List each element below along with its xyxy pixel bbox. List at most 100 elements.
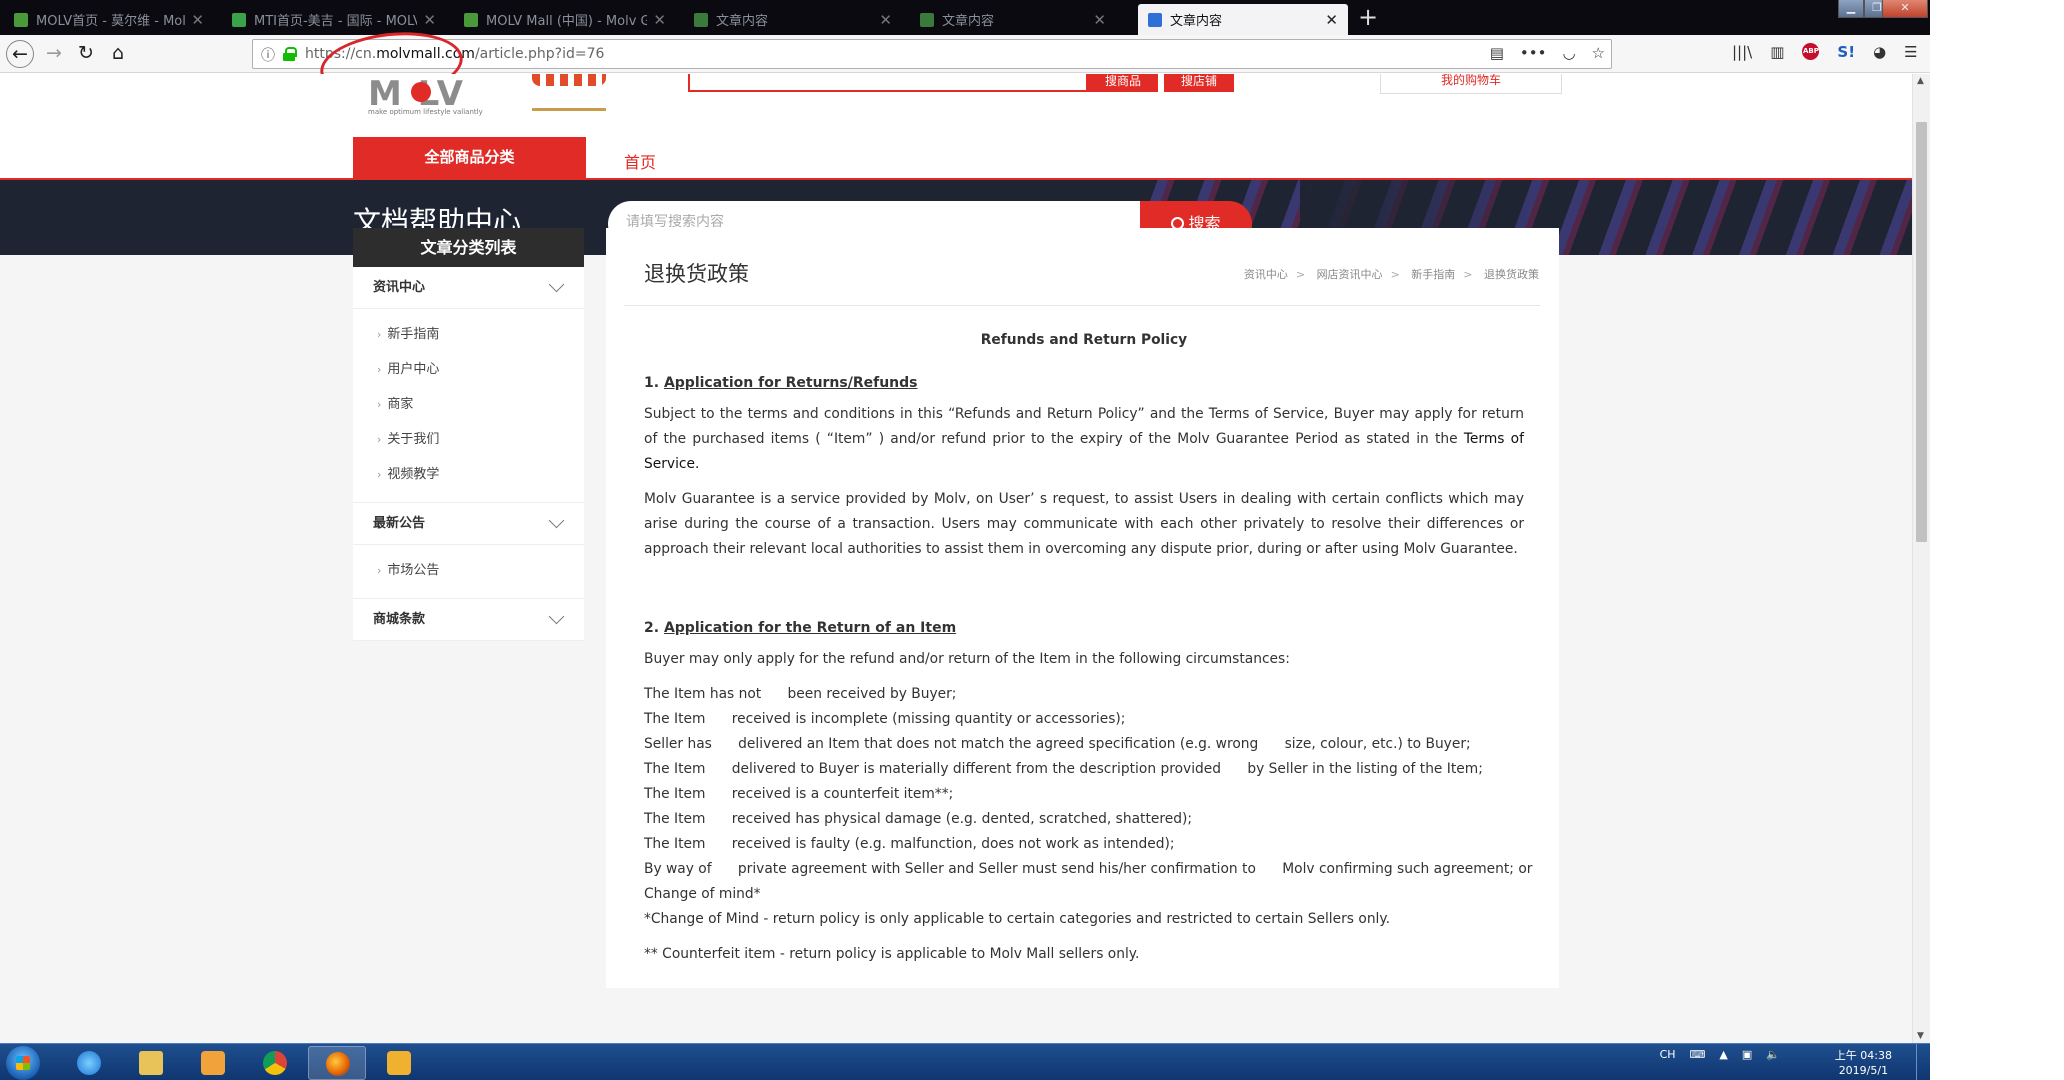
- chevron-down-icon: [548, 512, 565, 529]
- app-icon: [387, 1051, 411, 1075]
- taskbar-chrome[interactable]: [246, 1046, 304, 1080]
- article-title: Refunds and Return Policy: [980, 332, 1188, 348]
- site-favicon-icon: [920, 12, 934, 27]
- list-item: The Item received is a counterfeit item*…: [644, 786, 954, 802]
- browser-tab[interactable]: MOLV Mall (中国) - Molv G... ✕: [454, 4, 676, 35]
- reader-view-icon[interactable]: ▤: [1490, 44, 1504, 62]
- lock-icon: [283, 47, 297, 61]
- close-window-button[interactable]: ✕: [1882, 0, 1928, 18]
- browser-nav-bar: ← → ↻ ⌂ ⓘ https://cn.molvmall.com/articl…: [0, 35, 1930, 73]
- chevron-down-icon: [548, 608, 565, 625]
- site-logo[interactable]: M LV make optimum lifestyle valiantly: [368, 74, 483, 120]
- chrome-icon: [263, 1051, 287, 1075]
- shop-awning-icon: [532, 74, 606, 111]
- all-categories-button[interactable]: 全部商品分类: [353, 137, 586, 178]
- scroll-down-icon[interactable]: ▼: [1917, 1031, 1924, 1041]
- system-tray: CH ⌨ ▲ ▣ 🔈: [1660, 1048, 1780, 1061]
- browser-tab-bar: MOLV首页 - 莫尔维 - Molv ✕ MTI首页-美吉 - 国际 - MO…: [0, 0, 2064, 35]
- address-bar[interactable]: ⓘ https://cn.molvmall.com/article.php?id…: [252, 39, 1612, 69]
- close-tab-icon[interactable]: ✕: [653, 11, 666, 29]
- breadcrumb-item[interactable]: 资讯中心: [1244, 268, 1288, 281]
- sidebar-item[interactable]: › 市场公告: [353, 553, 584, 588]
- browser-tab[interactable]: MOLV首页 - 莫尔维 - Molv ✕: [4, 4, 214, 35]
- network-icon[interactable]: ▣: [1742, 1048, 1752, 1061]
- browser-tab-active[interactable]: 文章内容 ✕: [1138, 4, 1348, 35]
- show-desktop-button[interactable]: [1916, 1044, 1930, 1080]
- sidebar-item[interactable]: › 商家: [353, 387, 584, 422]
- pocket-icon[interactable]: ◡: [1562, 44, 1575, 62]
- list-item: *Change of Mind - return policy is only …: [644, 911, 1390, 927]
- list-item: The Item has not been received by Buyer;: [644, 686, 957, 702]
- sidebar-group-announcements[interactable]: 最新公告: [353, 503, 584, 545]
- list-item: Change of mind*: [644, 886, 761, 902]
- breadcrumb-item[interactable]: 新手指南: [1411, 268, 1455, 281]
- article-body: Refunds and Return Policy 1. Application…: [644, 328, 1532, 977]
- home-icon[interactable]: ⌂: [104, 40, 132, 68]
- sidebar-item[interactable]: › 用户中心: [353, 352, 584, 387]
- ie-icon: [77, 1051, 101, 1075]
- taskbar-app[interactable]: [370, 1046, 428, 1080]
- taskbar-media[interactable]: [184, 1046, 242, 1080]
- url-text[interactable]: https://cn.molvmall.com/article.php?id=7…: [305, 46, 604, 62]
- close-tab-icon[interactable]: ✕: [1093, 11, 1106, 29]
- back-arrow-icon[interactable]: ←: [6, 40, 34, 68]
- extension-s-icon[interactable]: S!: [1837, 43, 1855, 61]
- browser-tab[interactable]: 文章内容 ✕: [910, 4, 1116, 35]
- start-button[interactable]: [6, 1046, 40, 1080]
- taskbar-ie[interactable]: [60, 1046, 118, 1080]
- sidebar-item[interactable]: › 新手指南: [353, 317, 584, 352]
- cart-button[interactable]: 我的购物车: [1380, 74, 1562, 94]
- close-tab-icon[interactable]: ✕: [191, 11, 204, 29]
- taskbar-explorer[interactable]: [122, 1046, 180, 1080]
- site-info-icon[interactable]: ⓘ: [261, 45, 275, 65]
- extension-icon[interactable]: ◕: [1873, 43, 1886, 61]
- system-clock[interactable]: 上午 04:38 2019/5/1: [1835, 1048, 1892, 1078]
- list-item: The Item delivered to Buyer is materiall…: [644, 761, 1483, 777]
- sidebar-group-mall-terms[interactable]: 商城条款: [353, 599, 584, 641]
- sidebar-icon[interactable]: ▥: [1770, 43, 1784, 61]
- volume-icon[interactable]: 🔈: [1766, 1048, 1780, 1061]
- taskbar-firefox[interactable]: [308, 1046, 366, 1080]
- list-item: Seller has delivered an Item that does n…: [644, 736, 1471, 752]
- circumstance-list: The Item has not been received by Buyer;…: [644, 682, 1532, 932]
- browser-tab[interactable]: MTI首页-美吉 - 国际 - MOLV ✕: [222, 4, 446, 35]
- forward-arrow-icon[interactable]: →: [40, 40, 68, 68]
- minimize-window-button[interactable]: ▁: [1838, 0, 1864, 18]
- sidebar-item[interactable]: › 关于我们: [353, 422, 584, 457]
- breadcrumb-item[interactable]: 网店资讯中心: [1317, 268, 1383, 281]
- keyboard-icon[interactable]: ⌨: [1690, 1048, 1706, 1061]
- tray-expand-icon[interactable]: ▲: [1719, 1048, 1727, 1061]
- breadcrumb-item[interactable]: 退换货政策: [1484, 268, 1539, 281]
- site-favicon-icon: [232, 12, 246, 27]
- nav-home-link[interactable]: 首页: [624, 149, 656, 173]
- sidebar-group-info-center[interactable]: 资讯中心: [353, 267, 584, 309]
- browser-tab[interactable]: 文章内容 ✕: [684, 4, 902, 35]
- close-tab-icon[interactable]: ✕: [879, 11, 892, 29]
- sidebar-item[interactable]: › 视频教学: [353, 457, 584, 492]
- chevron-right-icon: ›: [377, 363, 382, 376]
- adblock-icon[interactable]: ABP: [1802, 43, 1820, 60]
- more-actions-icon[interactable]: •••: [1520, 44, 1547, 62]
- paragraph: Subject to the terms and conditions in t…: [644, 406, 1524, 472]
- list-item: The Item received is incomplete (missing…: [644, 711, 1126, 727]
- scroll-up-icon[interactable]: ▲: [1917, 76, 1924, 86]
- library-icon[interactable]: |||\: [1732, 43, 1752, 61]
- search-shop-button[interactable]: 搜店铺: [1164, 74, 1234, 92]
- site-favicon-icon: [694, 12, 708, 27]
- scrollbar-thumb[interactable]: [1916, 122, 1927, 542]
- chevron-right-icon: ›: [377, 564, 382, 577]
- close-tab-icon[interactable]: ✕: [423, 11, 436, 29]
- title-divider: [624, 305, 1540, 306]
- hamburger-menu-icon[interactable]: ☰: [1904, 43, 1917, 61]
- new-tab-button[interactable]: +: [1354, 4, 1382, 32]
- top-search-box[interactable]: [688, 74, 1088, 92]
- input-language[interactable]: CH: [1660, 1048, 1676, 1061]
- bookmark-star-icon[interactable]: ☆: [1592, 44, 1605, 62]
- article-panel: 退换货政策 资讯中心 > 网店资讯中心 > 新手指南 > 退换货政策 Refunds …: [606, 228, 1559, 988]
- sidebar-group-items: › 新手指南 › 用户中心 › 商家 › 关于我们 › 视频教学: [353, 309, 584, 503]
- page-scrollbar[interactable]: ▲ ▼: [1912, 74, 1930, 1043]
- reload-icon[interactable]: ↻: [72, 40, 100, 68]
- search-goods-button[interactable]: 搜商品: [1088, 74, 1158, 92]
- close-tab-icon[interactable]: ✕: [1325, 11, 1338, 29]
- site-favicon-icon: [464, 12, 478, 27]
